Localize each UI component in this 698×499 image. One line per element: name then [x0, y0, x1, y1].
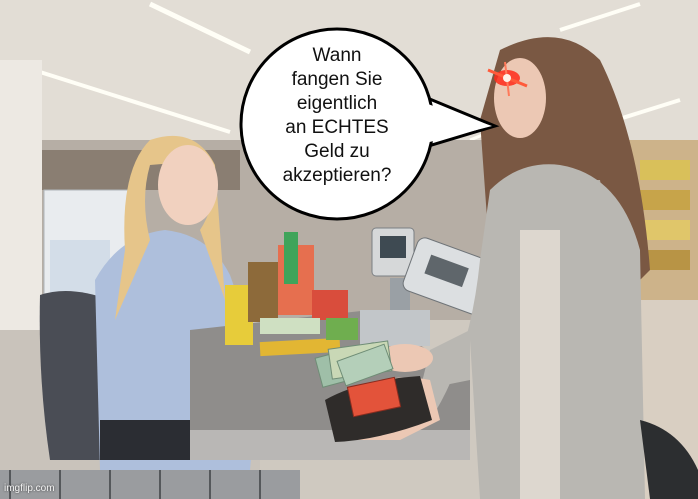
meme-image: Wann fangen Sie eigentlich an ECHTES Gel… — [0, 0, 698, 499]
bubble-line-6: akzeptieren? — [282, 165, 392, 186]
bubble-line-1: Wann — [312, 45, 362, 66]
speech-bubble-text: Wann fangen Sie eigentlich an ECHTES Gel… — [262, 44, 412, 188]
pillar — [0, 60, 42, 360]
bubble-line-4: an ECHTES — [285, 117, 389, 138]
watermark: imgflip.com — [4, 483, 55, 494]
bubble-line-5: Geld zu — [304, 141, 370, 162]
bubble-line-2: fangen Sie — [291, 69, 383, 90]
bubble-line-3: eigentlich — [296, 93, 378, 114]
